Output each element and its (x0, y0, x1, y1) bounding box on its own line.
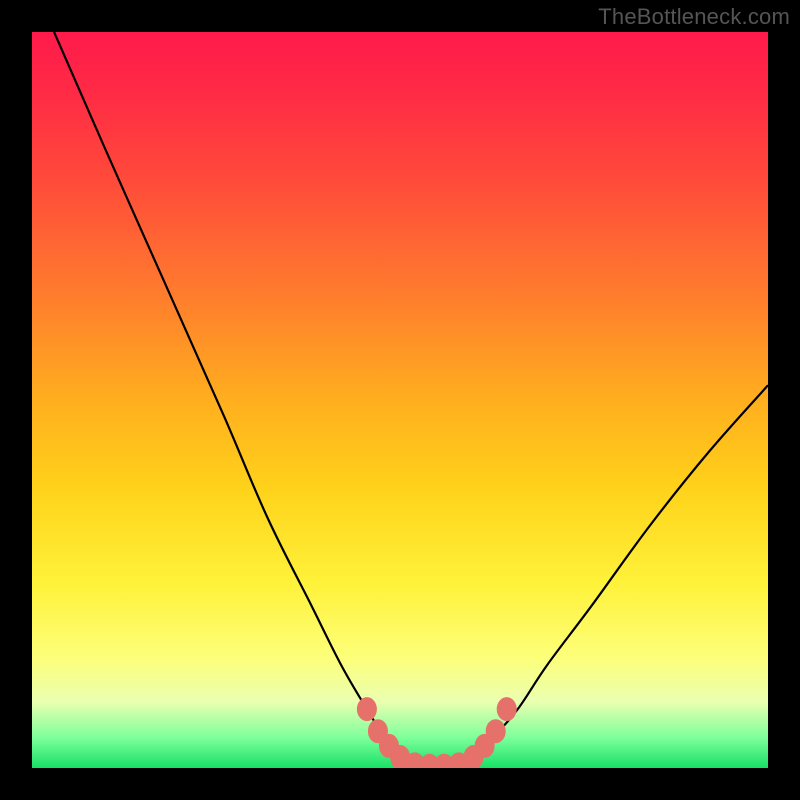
marker-group (358, 698, 516, 768)
chart-frame: TheBottleneck.com (0, 0, 800, 800)
plot-area (32, 32, 768, 768)
left-curve (54, 32, 415, 764)
data-marker (487, 720, 505, 742)
data-marker (358, 698, 376, 720)
chart-svg (32, 32, 768, 768)
watermark-text: TheBottleneck.com (598, 4, 790, 30)
data-marker (498, 698, 516, 720)
